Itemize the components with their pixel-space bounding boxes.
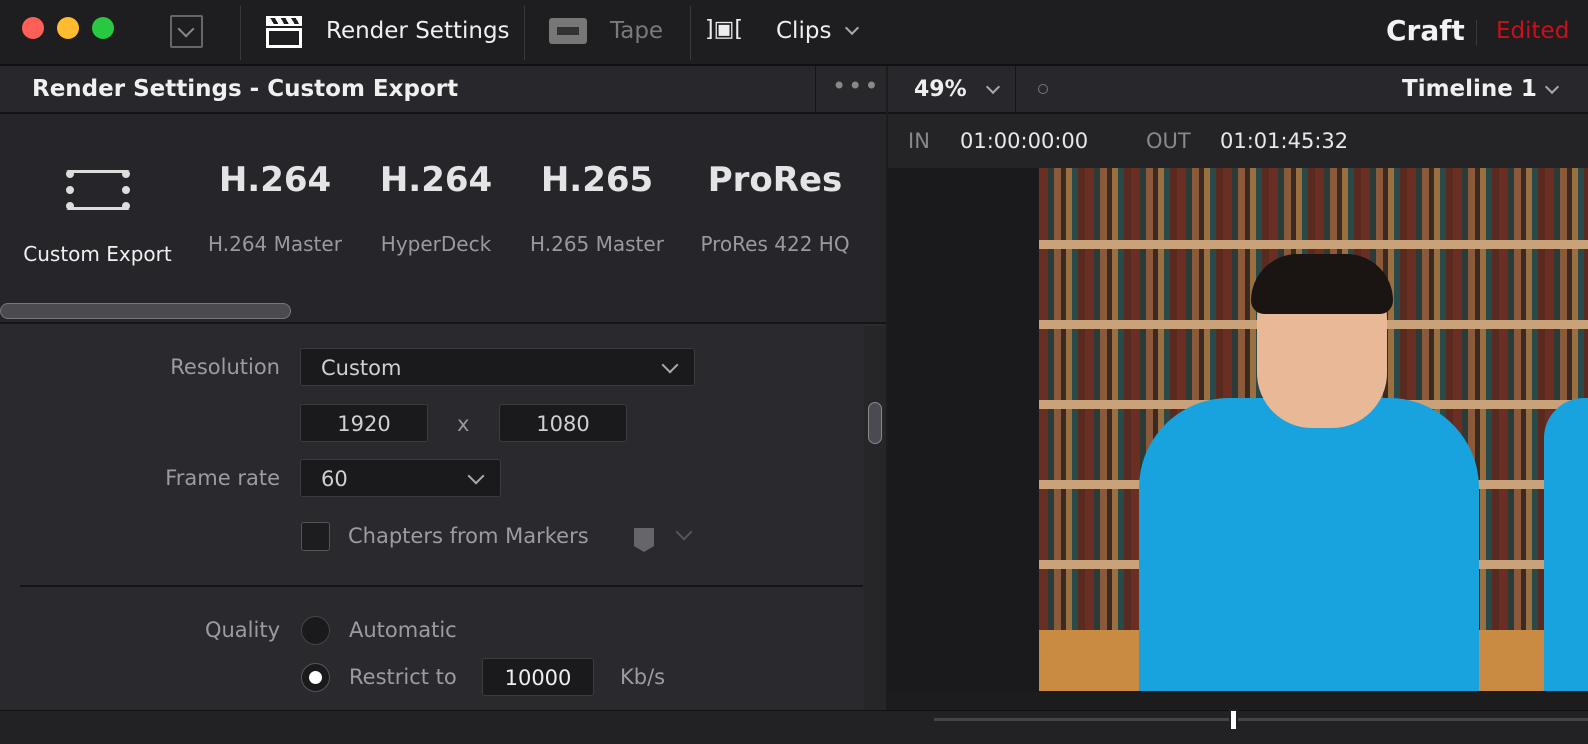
- close-window-button[interactable]: [22, 17, 44, 39]
- automatic-radio[interactable]: [301, 616, 330, 645]
- tape-icon: [549, 18, 587, 44]
- render-settings-tab[interactable]: Render Settings: [326, 18, 510, 44]
- dimension-separator: x: [457, 412, 470, 436]
- chapters-label: Chapters from Markers: [348, 524, 589, 548]
- minimize-window-button[interactable]: [57, 17, 79, 39]
- page-name: Craft: [1386, 14, 1465, 47]
- maximize-window-button[interactable]: [92, 17, 114, 39]
- resolution-label: Resolution: [170, 355, 280, 379]
- status-dot-icon: [1038, 84, 1048, 94]
- out-timecode[interactable]: 01:01:45:32: [1220, 129, 1348, 153]
- automatic-label: Automatic: [349, 618, 457, 642]
- in-label: IN: [908, 129, 930, 153]
- zoom-level-dropdown[interactable]: 49%: [914, 77, 967, 102]
- bitrate-input[interactable]: 10000: [482, 658, 594, 696]
- height-input[interactable]: 1080: [499, 404, 627, 442]
- timeline-dropdown[interactable]: Timeline 1: [1402, 76, 1537, 102]
- viewer-header: 49% Timeline 1: [888, 66, 1588, 114]
- chevron-down-icon[interactable]: [843, 20, 860, 39]
- scrubber-track[interactable]: [934, 718, 1588, 721]
- preset-h264-master[interactable]: H.264 H.264 Master: [195, 160, 355, 256]
- preset-scrollbar[interactable]: [0, 303, 291, 319]
- width-input[interactable]: 1920: [300, 404, 428, 442]
- render-settings-header: Render Settings - Custom Export •••: [0, 66, 886, 114]
- out-label: OUT: [1146, 129, 1191, 153]
- restrict-radio[interactable]: [301, 663, 330, 692]
- preset-hyperdeck[interactable]: H.264 HyperDeck: [365, 160, 507, 256]
- bottom-bar: [0, 709, 1588, 744]
- preset-custom-export[interactable]: Custom Export: [10, 160, 185, 266]
- settings-scrollbar-thumb[interactable]: [868, 402, 882, 444]
- tape-tab[interactable]: Tape: [610, 18, 663, 44]
- panel-toggle-button[interactable]: [170, 15, 203, 48]
- resolution-dropdown[interactable]: Custom: [300, 348, 695, 386]
- chevron-down-icon: [661, 356, 679, 374]
- frame-rate-label: Frame rate: [165, 466, 280, 490]
- preset-prores-422-hq[interactable]: ProRes ProRes 422 HQ: [690, 160, 860, 256]
- playhead[interactable]: [1229, 709, 1238, 731]
- more-options-icon[interactable]: •••: [832, 72, 880, 100]
- divider: [20, 585, 863, 587]
- chapters-checkbox[interactable]: [301, 522, 330, 551]
- clapperboard-icon: [266, 16, 302, 48]
- film-strip-icon: [10, 170, 185, 230]
- in-out-bar: IN 01:00:00:00 OUT 01:01:45:32: [888, 114, 1588, 168]
- settings-scrollbar-track[interactable]: [864, 326, 886, 710]
- clips-tab[interactable]: Clips: [776, 18, 831, 44]
- restrict-label: Restrict to: [349, 665, 457, 689]
- top-toolbar: Render Settings Tape ]▣[ Clips Craft Edi…: [0, 0, 1588, 66]
- edited-status: Edited: [1496, 18, 1570, 44]
- person-shirt: [1139, 398, 1479, 691]
- quality-label: Quality: [204, 618, 280, 642]
- in-timecode[interactable]: 01:00:00:00: [960, 129, 1088, 153]
- bitrate-unit: Kb/s: [620, 665, 666, 689]
- frame-rate-dropdown[interactable]: 60: [300, 459, 501, 497]
- clips-icon: ]▣[: [705, 17, 743, 42]
- preset-h265-master[interactable]: H.265 H.265 Master: [517, 160, 677, 256]
- chevron-down-icon[interactable]: [672, 523, 696, 544]
- chevron-down-icon: [467, 467, 485, 485]
- panel-title: Render Settings - Custom Export: [32, 76, 459, 102]
- video-frame: [1039, 168, 1588, 691]
